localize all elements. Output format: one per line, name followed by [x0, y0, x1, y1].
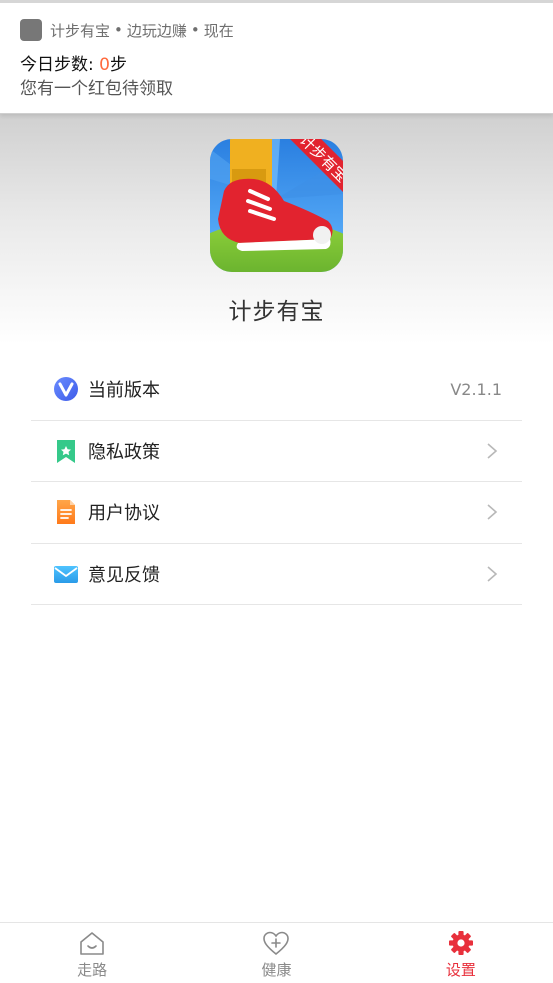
agreement-document-icon — [57, 500, 75, 525]
notification-step-count: 0 — [99, 55, 110, 75]
feedback-envelope-icon — [54, 565, 78, 583]
version-v-icon — [54, 377, 78, 402]
chevron-right-icon — [487, 504, 498, 520]
notification-time: 现在 — [203, 21, 234, 40]
menu-item-user-agreement[interactable]: 用户协议 — [31, 482, 522, 544]
tab-walk[interactable]: 走路 — [0, 923, 184, 983]
notification-app-name: 计步有宝 — [50, 21, 111, 40]
chevron-right-icon — [487, 443, 498, 459]
version-value: V2.1.1 — [450, 379, 502, 399]
notification-separator: • — [114, 21, 123, 39]
menu-item-version[interactable]: 当前版本 V2.1.1 — [31, 359, 522, 421]
gear-icon — [448, 931, 473, 955]
chevron-right-icon — [487, 566, 498, 582]
notification-header: 计步有宝 • 边玩边赚 • 现在 — [20, 19, 234, 41]
menu-item-label: 意见反馈 — [88, 564, 160, 586]
home-smile-icon — [80, 932, 104, 955]
notification-separator: • — [190, 21, 200, 39]
menu-item-privacy-policy[interactable]: 隐私政策 — [31, 421, 522, 482]
menu-item-label: 用户协议 — [88, 503, 160, 525]
notification-banner[interactable]: 计步有宝 • 边玩边赚 • 现在 今日步数: 0步 您有一个红包待领取 — [0, 0, 553, 114]
notification-tagline: 边玩边赚 — [126, 21, 187, 40]
menu-item-label: 当前版本 — [88, 380, 160, 402]
sneaker-logo-icon: 计步有宝 — [210, 139, 343, 272]
notification-app-icon — [20, 19, 42, 41]
tab-label: 设置 — [445, 961, 476, 979]
notification-title-prefix: 今日步数: — [20, 55, 100, 75]
tab-label: 走路 — [77, 961, 108, 979]
tab-label: 健康 — [261, 961, 292, 979]
notification-title: 今日步数: 0步 — [20, 50, 127, 75]
tab-settings[interactable]: 设置 — [369, 923, 553, 983]
heart-plus-icon — [263, 931, 290, 956]
settings-menu: 当前版本 V2.1.1 隐私政策 用户协议 意见反馈 — [31, 359, 522, 605]
menu-item-label: 隐私政策 — [88, 441, 160, 463]
app-name: 计步有宝 — [228, 299, 325, 325]
notification-body: 您有一个红包待领取 — [20, 79, 173, 99]
bottom-tab-bar: 走路 健康 设置 — [0, 922, 553, 983]
tab-health[interactable]: 健康 — [184, 923, 368, 983]
privacy-bookmark-icon — [57, 439, 75, 463]
app-logo: 计步有宝 — [210, 139, 343, 272]
notification-title-suffix: 步 — [109, 55, 127, 75]
menu-item-feedback[interactable]: 意见反馈 — [31, 544, 522, 605]
